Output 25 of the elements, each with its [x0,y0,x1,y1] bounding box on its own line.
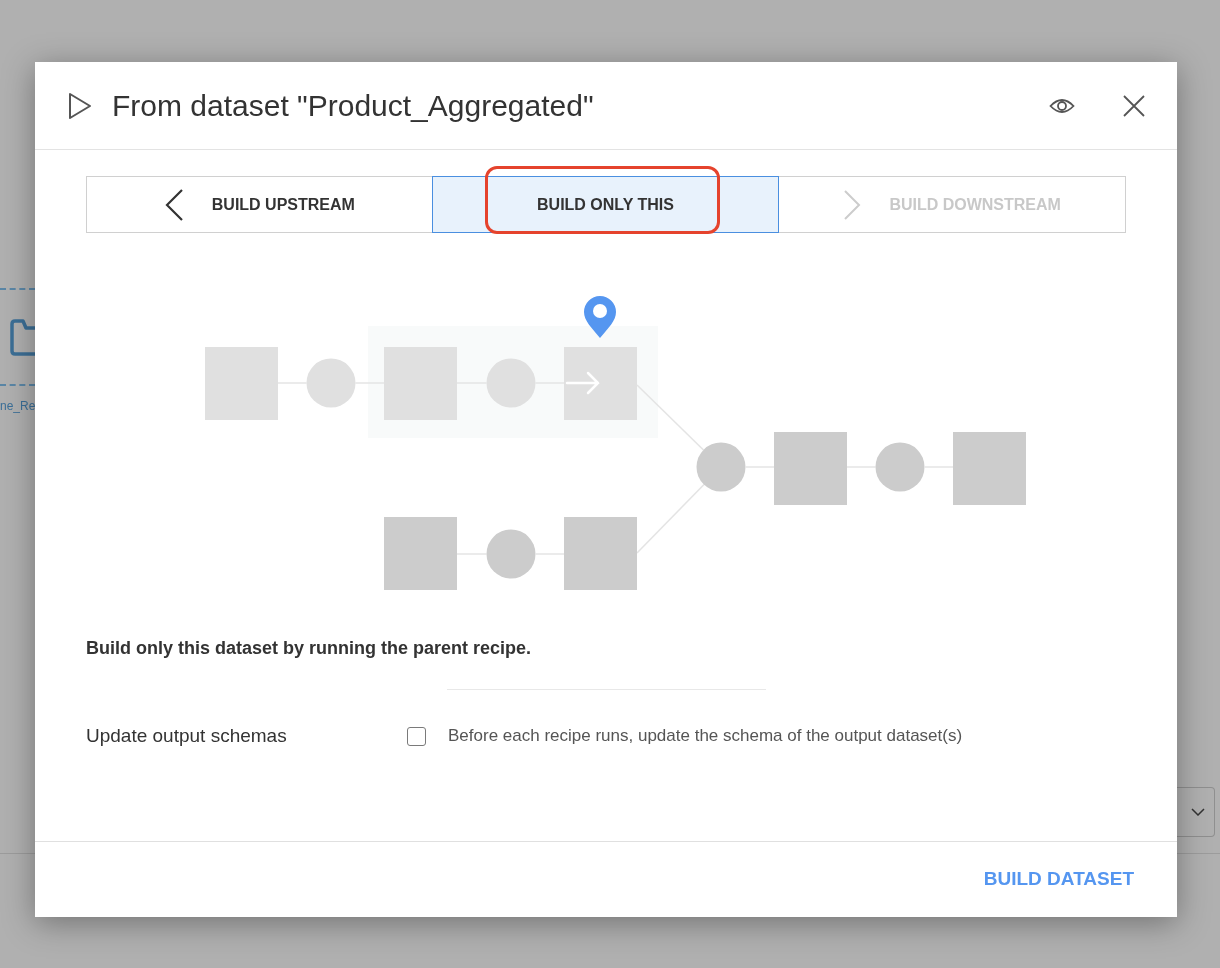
recipe-node [696,442,746,492]
recipe-node [486,358,536,408]
play-icon [67,90,93,121]
connector-line [636,384,705,451]
chevron-right-icon [843,188,862,221]
chevron-left-icon [163,187,184,222]
node-label: ne_Re [0,398,36,414]
checkbox[interactable] [407,726,426,746]
recipe-node [875,442,925,492]
recipe-node [306,358,356,408]
close-icon [1122,94,1145,117]
location-pin-icon [584,296,616,338]
tab[interactable]: BUILD UPSTREAM [86,176,433,233]
option-description: Before each recipe runs, update the schema of the output dataset(s) [448,725,963,748]
arrow-icon [565,371,600,395]
close-button[interactable] [1122,94,1145,117]
eye-icon [1049,96,1075,115]
tab[interactable]: BUILD ONLY THIS [431,176,780,233]
folder-icon [10,317,35,357]
option-label: Update output schemas [86,724,287,746]
recipe-node [486,529,536,579]
dialog-title: From dataset "Product_Aggregated" [112,87,594,124]
description-text: Build only this dataset by running the parent recipe. [86,637,532,660]
connector-line [636,483,705,554]
chevron-down-icon [1190,808,1205,816]
